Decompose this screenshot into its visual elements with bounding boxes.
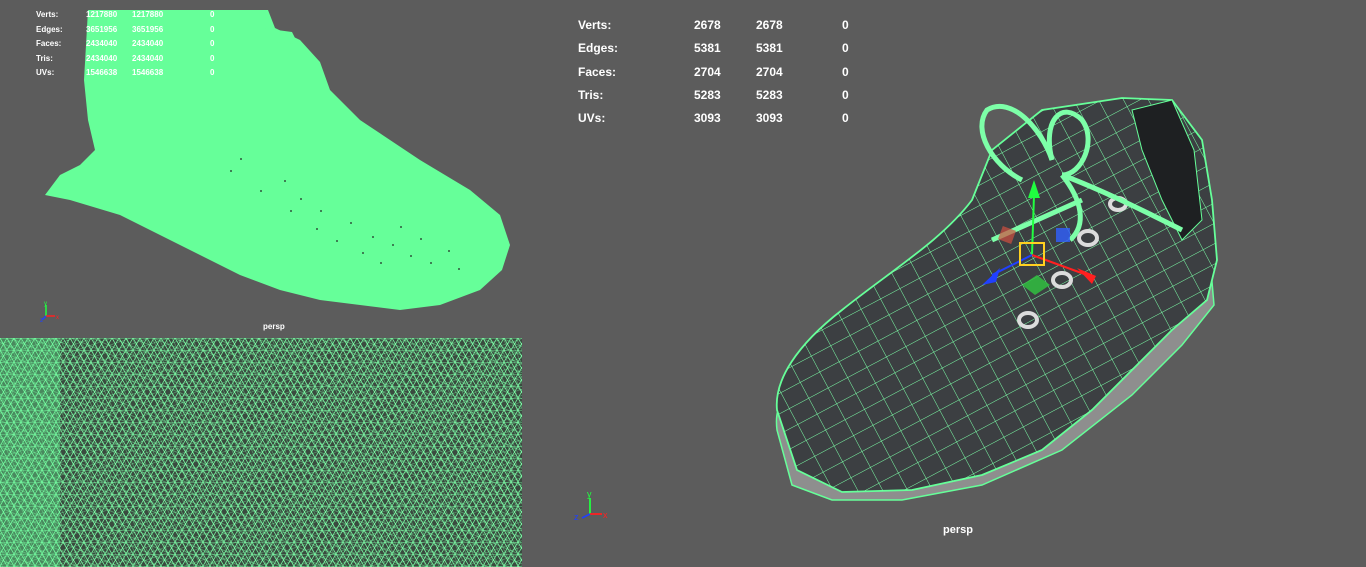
- stat-value: 3651956: [86, 24, 118, 34]
- stat-value: 3651956: [132, 24, 164, 34]
- stat-row-edges: Edges: 3651956 3651956 0: [36, 23, 230, 38]
- stat-label: Tris:: [36, 53, 53, 63]
- viewport-lowpoly-persp[interactable]: Verts: 2678 2678 0 Edges: 5381 5381 0 Fa…: [522, 0, 1366, 567]
- dense-wireframe-mesh[interactable]: [0, 338, 522, 567]
- axis-label-z: z: [574, 512, 579, 522]
- stat-value: 1546638: [86, 68, 118, 77]
- stat-row-tris: Tris: 2434040 2434040 0: [36, 52, 230, 67]
- camera-label: persp: [943, 524, 973, 536]
- axis-label-y: y: [44, 301, 47, 307]
- stat-row-uvs: UVs: 1546638 1546638 0: [36, 66, 230, 81]
- stat-value: 0: [210, 68, 215, 77]
- stat-label: Edges:: [36, 24, 63, 34]
- stat-label: UVs:: [36, 68, 55, 77]
- viewport-highres-persp[interactable]: Verts: 1217880 1217880 0 Edges: 3651956 …: [0, 0, 522, 338]
- stat-label: Verts:: [36, 10, 59, 19]
- stat-value: 2434040: [86, 39, 118, 48]
- stat-value: 1546638: [132, 68, 164, 77]
- stat-value: 2434040: [132, 53, 164, 63]
- stat-value: 1217880: [132, 10, 164, 19]
- axis-label-x: x: [56, 315, 59, 321]
- stat-value: 0: [210, 53, 215, 63]
- camera-label: persp: [263, 322, 285, 331]
- lowpoly-shoe-model[interactable]: [522, 0, 1366, 567]
- stat-value: 2434040: [86, 53, 118, 63]
- stat-value: 0: [210, 10, 215, 19]
- stat-row-verts: Verts: 1217880 1217880 0: [36, 8, 230, 23]
- stat-value: 0: [210, 24, 215, 34]
- stat-value: 1217880: [86, 10, 118, 19]
- stat-value: 2434040: [132, 39, 164, 48]
- stat-row-faces: Faces: 2434040 2434040 0: [36, 37, 230, 52]
- axis-label-z: z: [40, 318, 43, 322]
- axis-gizmo-icon: y x z: [40, 301, 59, 322]
- stat-value: 0: [210, 39, 215, 48]
- poly-count-hud-small: Verts: 1217880 1217880 0 Edges: 3651956 …: [36, 8, 230, 81]
- axis-label-y: y: [587, 489, 592, 499]
- axis-label-x: x: [603, 510, 608, 520]
- axis-gizmo-icon: y x z: [574, 489, 608, 522]
- viewport-wireframe-closeup[interactable]: [0, 338, 522, 567]
- stat-label: Faces:: [36, 39, 62, 48]
